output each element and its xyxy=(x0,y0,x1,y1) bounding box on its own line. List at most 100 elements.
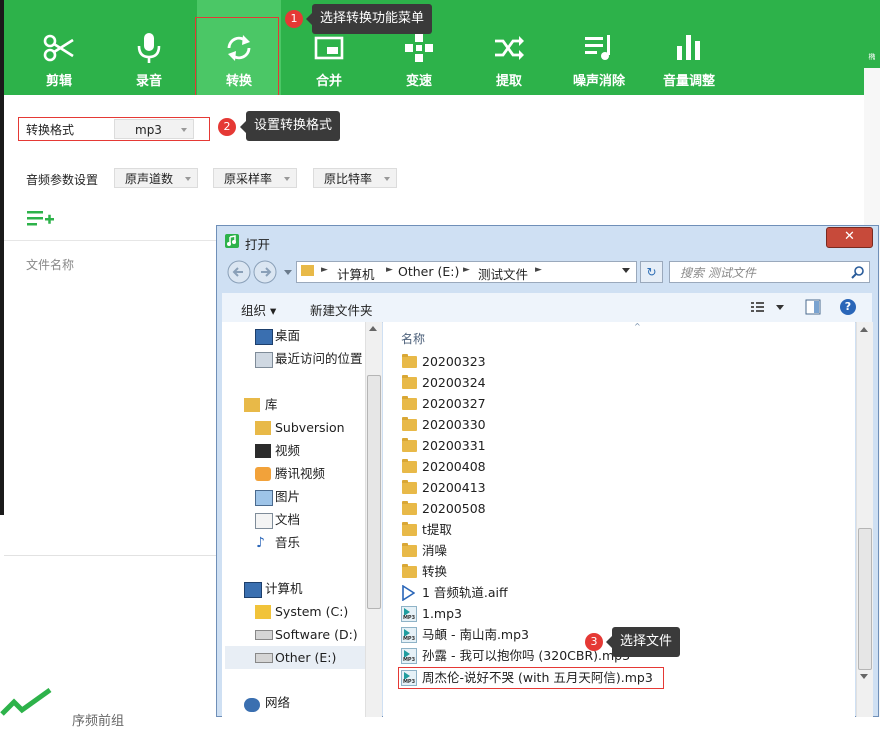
extract-icon xyxy=(495,36,524,60)
sample-rate-select[interactable]: 原采样率 xyxy=(213,168,297,188)
nav-documents[interactable]: 文档 xyxy=(275,511,300,529)
volume-adjust-icon xyxy=(677,35,700,60)
breadcrumb-separator: ► xyxy=(463,265,470,275)
nav-videos[interactable]: 视频 xyxy=(275,442,300,460)
breadcrumb-computer[interactable]: 计算机 xyxy=(337,264,375,283)
nav-pictures[interactable]: 图片 xyxy=(275,488,300,506)
toolbar-cut[interactable]: 剪辑 xyxy=(17,0,101,95)
toolbar-extract[interactable]: 提取 xyxy=(467,0,551,95)
nav-computer[interactable]: 计算机 xyxy=(265,580,303,598)
folder-icon xyxy=(402,354,417,368)
folder-icon xyxy=(402,564,417,578)
folder-icon xyxy=(402,501,417,515)
params-label: 音频参数设置 xyxy=(26,173,99,187)
preview-pane-icon[interactable] xyxy=(805,299,821,315)
file-item[interactable]: 20200323 xyxy=(422,352,486,372)
file-item[interactable]: 转换 xyxy=(422,562,447,582)
toolbar-noise-reduction[interactable]: 噪声消除 xyxy=(557,0,641,95)
breadcrumb-drive[interactable]: Other (E:) xyxy=(398,264,459,279)
chevron-down-icon xyxy=(284,177,290,181)
chevron-down-icon xyxy=(181,128,187,132)
divider xyxy=(4,240,216,241)
callout-tip-2: 设置转换格式 xyxy=(246,111,341,141)
format-select[interactable]: mp3 xyxy=(114,119,194,139)
breadcrumb-separator: ► xyxy=(386,265,393,275)
file-item[interactable]: 1 音频轨道.aiff xyxy=(422,583,508,603)
file-item[interactable]: 20200413 xyxy=(422,478,486,498)
noise-reduction-icon xyxy=(585,35,610,60)
file-item[interactable]: 1.mp3 xyxy=(422,604,462,624)
scroll-up-icon[interactable] xyxy=(860,327,868,332)
file-item[interactable]: t提取 xyxy=(422,520,452,540)
callout-tip-1: 选择转换功能菜单 xyxy=(312,4,433,34)
nav-music[interactable]: 音乐 xyxy=(275,534,300,552)
file-item[interactable]: 20200324 xyxy=(422,373,486,393)
search-icon[interactable] xyxy=(851,265,865,279)
back-forward-buttons[interactable] xyxy=(226,259,294,285)
scroll-up-icon[interactable] xyxy=(369,326,377,331)
add-file-icon[interactable] xyxy=(27,209,55,229)
bitrate-value: 原比特率 xyxy=(324,172,373,186)
toolbar-label: 合并 xyxy=(315,74,342,89)
library-icon xyxy=(244,398,260,412)
format-label: 转换格式 xyxy=(26,123,75,137)
organize-menu[interactable]: 组织 ▾ xyxy=(241,300,276,319)
desktop-icon xyxy=(255,329,273,345)
new-folder-button[interactable]: 新建文件夹 xyxy=(310,300,373,319)
mp3-file-icon: MP3 xyxy=(401,648,417,664)
mp3-file-icon: MP3 xyxy=(401,606,417,622)
mp3-file-icon: MP3 xyxy=(401,627,417,643)
help-icon[interactable]: ? xyxy=(840,299,856,315)
format-value: mp3 xyxy=(135,123,162,137)
nav-subversion[interactable]: Subversion xyxy=(275,419,345,437)
scissors-icon xyxy=(43,34,74,62)
callout-badge-2: 2 xyxy=(218,118,236,136)
left-edge xyxy=(0,0,4,95)
chevron-down-icon xyxy=(185,177,191,181)
file-item[interactable]: 20200508 xyxy=(422,499,486,519)
file-item[interactable]: 20200330 xyxy=(422,415,486,435)
column-header-name[interactable]: 名称 xyxy=(401,330,425,347)
bitrate-select[interactable]: 原比特率 xyxy=(313,168,397,188)
file-item[interactable]: 20200408 xyxy=(422,457,486,477)
nav-recent[interactable]: 最近访问的位置 xyxy=(275,350,363,368)
toolbar-record[interactable]: 录音 xyxy=(107,0,191,95)
sample-rate-value: 原采样率 xyxy=(224,172,273,186)
app-icon xyxy=(225,234,239,248)
file-scrollbar-thumb[interactable] xyxy=(858,528,872,670)
file-item[interactable]: 消噪 xyxy=(422,541,447,561)
nav-software-d[interactable]: Software (D:) xyxy=(275,626,358,644)
file-item[interactable]: 20200331 xyxy=(422,436,486,456)
scroll-down-icon[interactable] xyxy=(860,674,868,679)
breadcrumb-folder[interactable]: 测试文件 xyxy=(478,264,528,283)
documents-icon xyxy=(255,513,273,529)
folder-icon xyxy=(402,375,417,389)
nav-desktop[interactable]: 桌面 xyxy=(275,327,300,345)
bottom-left-text: 序频前组 xyxy=(72,714,125,729)
nav-system-c[interactable]: System (C:) xyxy=(275,603,348,621)
tencent-video-icon xyxy=(255,467,271,481)
refresh-button[interactable]: ↻ xyxy=(640,261,663,283)
file-item[interactable]: 20200327 xyxy=(422,394,486,414)
dialog-title: 打开 xyxy=(245,237,271,252)
file-item[interactable]: 马頔 - 南山南.mp3 xyxy=(422,625,529,645)
folder-icon xyxy=(402,438,417,452)
nav-other-e[interactable]: Other (E:) xyxy=(275,649,336,667)
channels-select[interactable]: 原声道数 xyxy=(114,168,198,188)
nav-network[interactable]: 网络 xyxy=(265,694,290,712)
nav-libraries[interactable]: 库 xyxy=(265,396,278,414)
callout-badge-1: 1 xyxy=(285,10,303,28)
chevron-down-icon xyxy=(384,177,390,181)
close-button[interactable]: ✕ xyxy=(826,227,873,248)
address-dropdown-icon[interactable] xyxy=(622,268,630,273)
folder-icon xyxy=(402,459,417,473)
view-options-icon[interactable] xyxy=(750,300,786,314)
toolbar-volume-adjust[interactable]: 音量调整 xyxy=(647,0,731,95)
nav-tencent-video[interactable]: 腾讯视频 xyxy=(275,465,325,483)
nav-scrollbar-thumb[interactable] xyxy=(367,375,381,609)
toolbar-label: 噪声消除 xyxy=(572,74,625,89)
file-item-selected[interactable]: 周杰伦-说好不哭 (with 五月天阿信).mp3 xyxy=(422,668,653,688)
file-name-header: 文件名称 xyxy=(26,258,75,272)
folder-icon xyxy=(301,265,314,276)
close-icon: ✕ xyxy=(844,229,855,244)
